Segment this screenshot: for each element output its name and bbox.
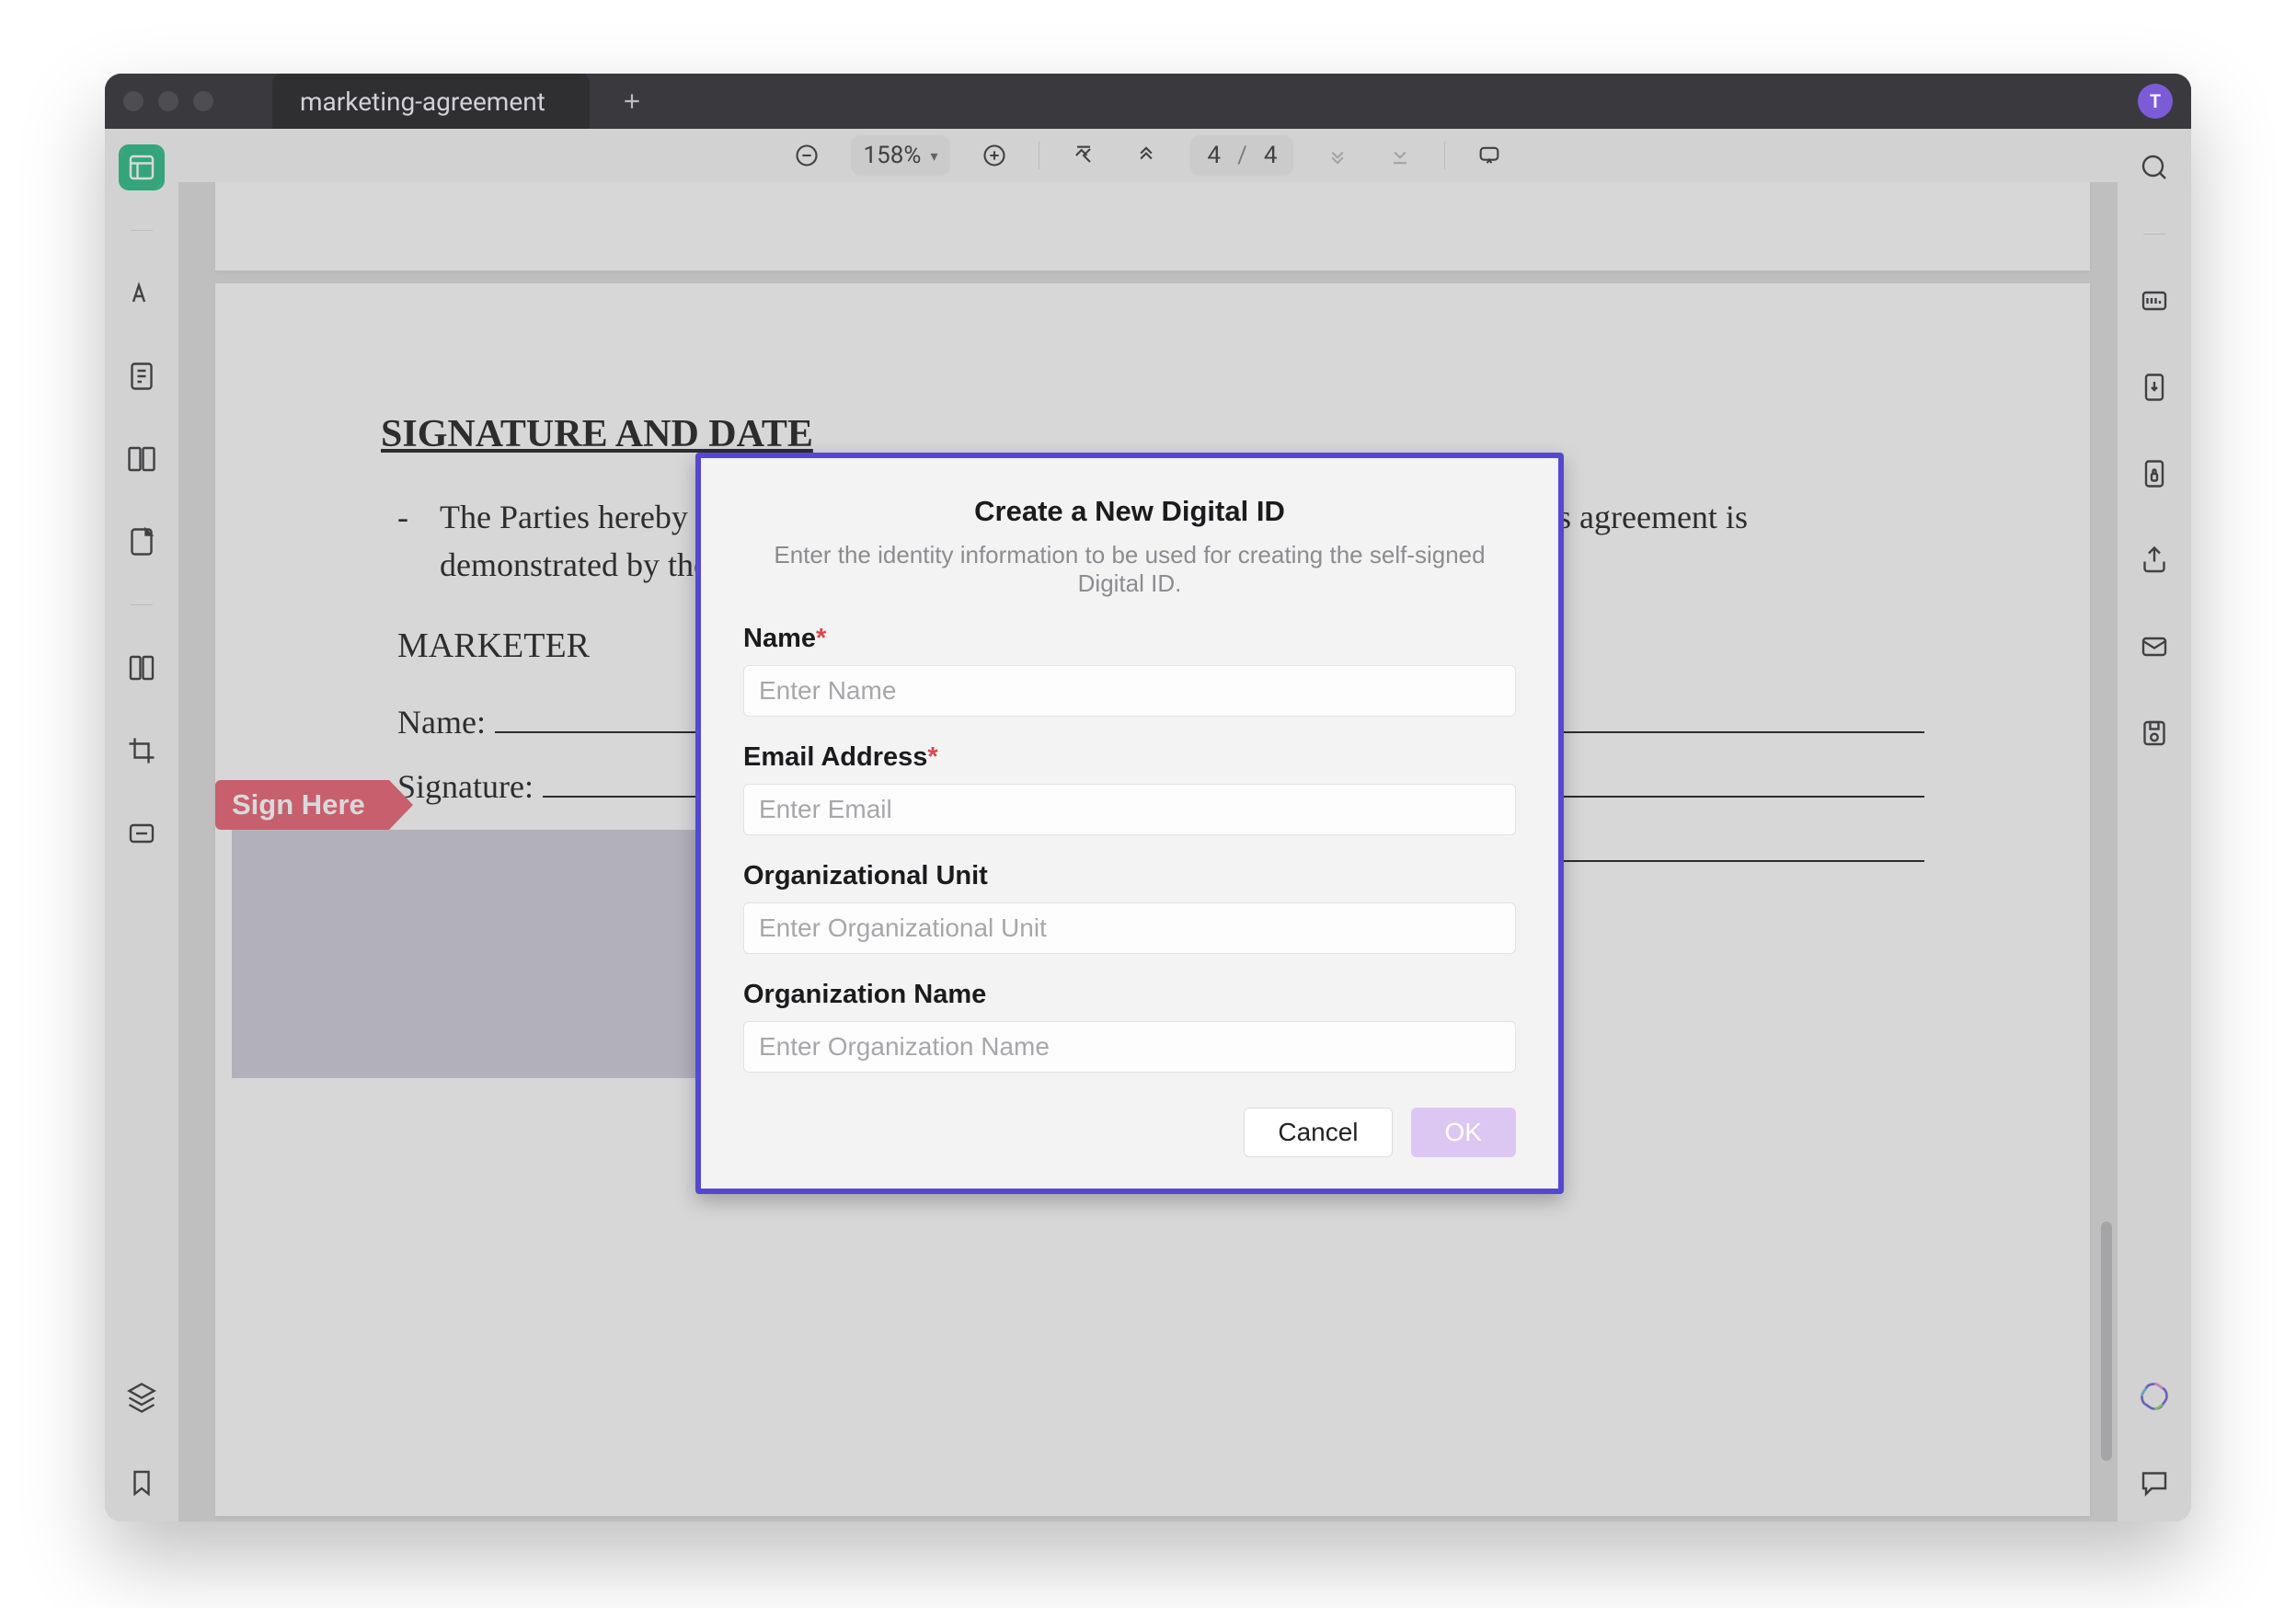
body-area: 158% ▾ 4 / 4 — [105, 129, 2191, 1522]
tab-title: marketing-agreement — [300, 86, 545, 117]
traffic-minimize[interactable] — [158, 91, 178, 111]
avatar-initial: T — [2150, 90, 2161, 112]
email-input[interactable] — [743, 784, 1516, 835]
name-required: * — [816, 624, 826, 653]
traffic-close[interactable] — [123, 91, 144, 111]
dialog-subtitle: Enter the identity information to be use… — [743, 541, 1516, 598]
ok-button[interactable]: OK — [1411, 1108, 1516, 1157]
email-label: Email Address* — [743, 742, 1516, 773]
org-name-input[interactable] — [743, 1021, 1516, 1073]
new-tab-button[interactable] — [610, 79, 654, 123]
avatar[interactable]: T — [2138, 84, 2173, 119]
name-label-text: Name — [743, 624, 816, 653]
org-name-label: Organization Name — [743, 980, 1516, 1010]
ok-label: OK — [1445, 1118, 1482, 1147]
dialog-buttons: Cancel OK — [743, 1108, 1516, 1157]
cancel-button[interactable]: Cancel — [1244, 1108, 1392, 1157]
email-label-text: Email Address — [743, 742, 927, 772]
name-input[interactable] — [743, 665, 1516, 717]
email-required: * — [927, 742, 937, 772]
traffic-lights — [123, 91, 213, 111]
dialog-title: Create a New Digital ID — [743, 495, 1516, 528]
name-label: Name* — [743, 624, 1516, 654]
document-tab[interactable]: marketing-agreement — [272, 74, 590, 129]
app-window: marketing-agreement T — [105, 74, 2191, 1522]
traffic-zoom[interactable] — [193, 91, 213, 111]
create-digital-id-dialog: Create a New Digital ID Enter the identi… — [695, 453, 1564, 1194]
titlebar: marketing-agreement T — [105, 74, 2191, 129]
cancel-label: Cancel — [1278, 1118, 1358, 1147]
org-unit-label: Organizational Unit — [743, 861, 1516, 891]
org-unit-input[interactable] — [743, 902, 1516, 954]
